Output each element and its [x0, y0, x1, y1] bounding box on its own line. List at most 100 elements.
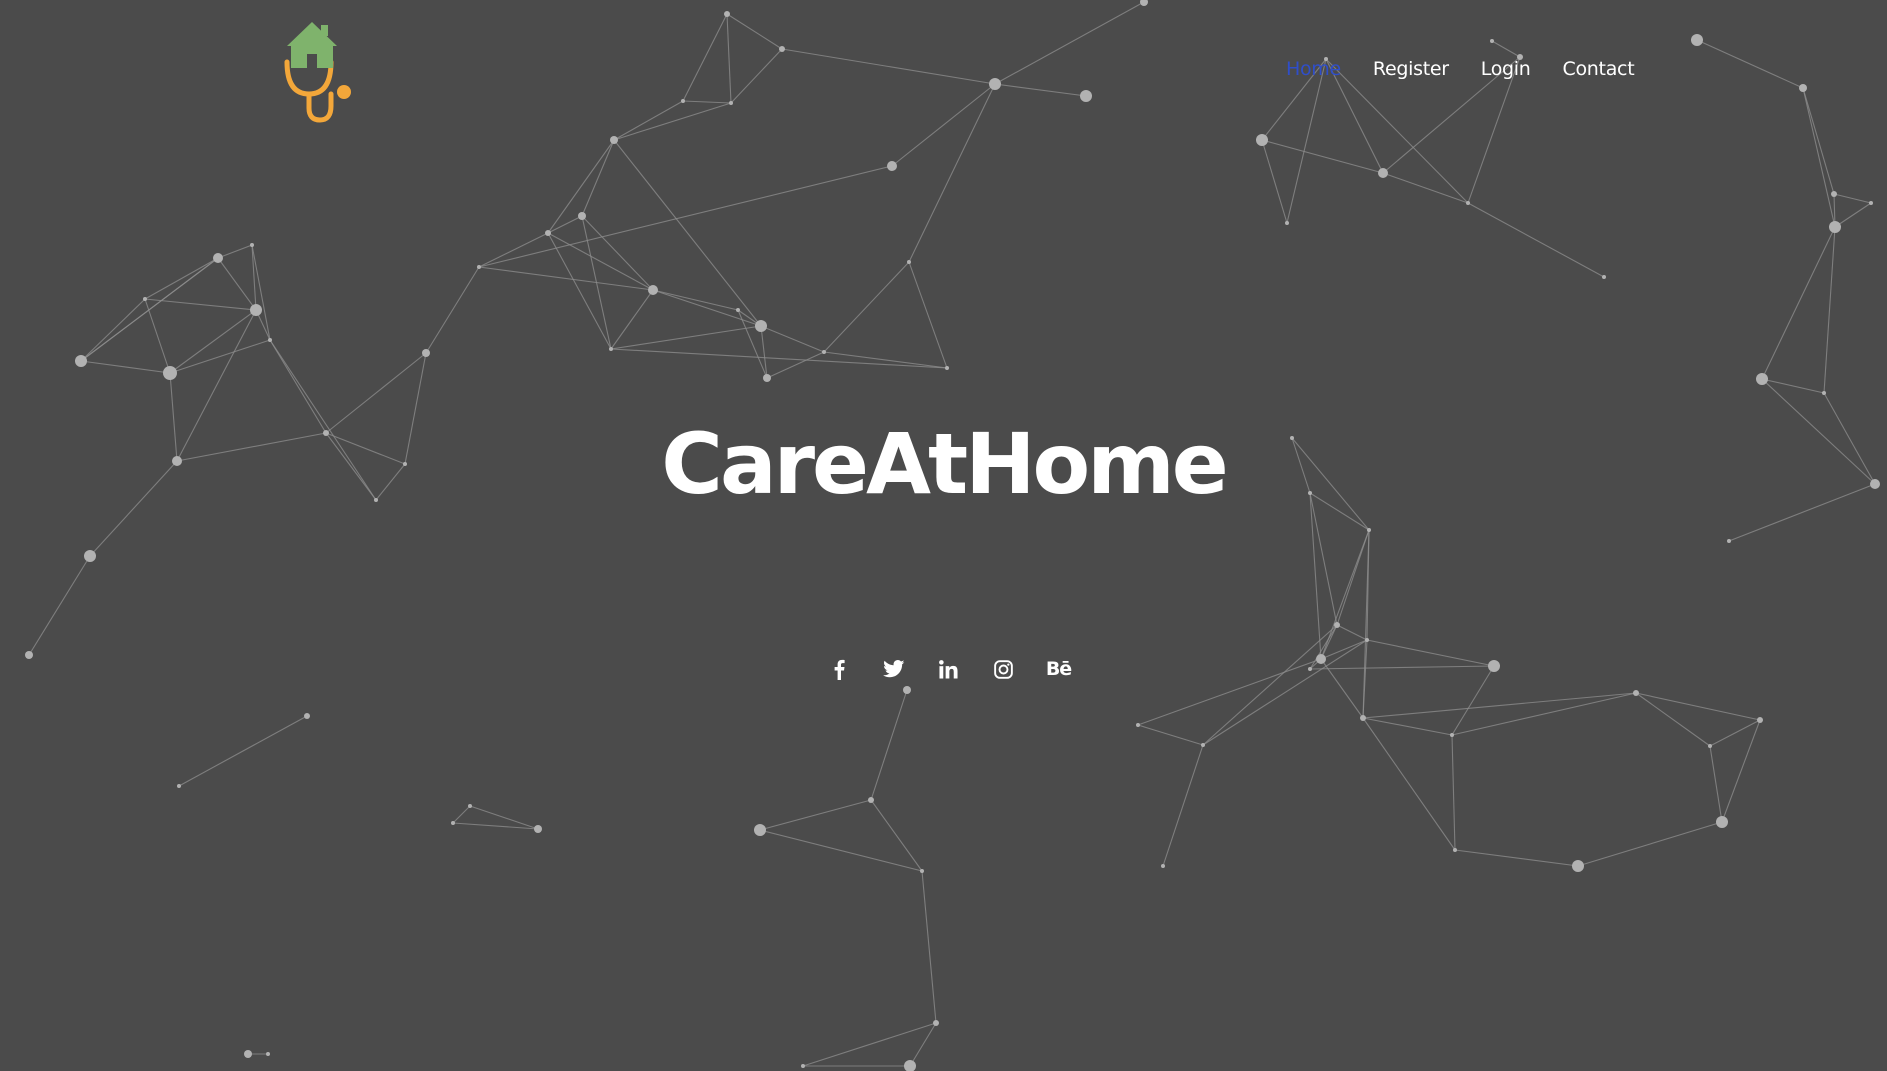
instagram-link[interactable] — [991, 654, 1016, 684]
behance-icon: Bē — [1045, 658, 1072, 680]
network-link — [891, 83, 996, 167]
network-link — [425, 266, 480, 354]
network-link — [1802, 87, 1836, 228]
network-link — [1366, 639, 1495, 667]
network-link — [478, 165, 893, 268]
network-node — [422, 349, 430, 357]
nav-login-link[interactable]: Login — [1481, 58, 1531, 80]
network-link — [1761, 378, 1825, 394]
network-node — [1201, 743, 1205, 747]
network-node — [763, 374, 771, 382]
network-node — [907, 260, 911, 264]
network-link — [1336, 529, 1370, 626]
network-node — [1727, 539, 1731, 543]
network-node — [1453, 848, 1457, 852]
network-link — [478, 232, 549, 268]
network-node — [1572, 860, 1584, 872]
linkedin-icon — [939, 659, 958, 679]
network-link — [726, 13, 732, 104]
network-node — [868, 797, 874, 803]
network-link — [1709, 719, 1761, 747]
network-node — [1488, 660, 1500, 672]
linkedin-link[interactable] — [936, 654, 961, 684]
network-node — [1829, 221, 1841, 233]
facebook-icon — [834, 659, 845, 680]
network-link — [1451, 665, 1495, 736]
network-node — [250, 243, 254, 247]
network-node — [609, 347, 613, 351]
network-link — [1451, 692, 1637, 736]
network-node — [1869, 201, 1873, 205]
network-node — [1308, 667, 1312, 671]
network-node — [1716, 816, 1728, 828]
network-link — [169, 339, 271, 374]
network-node — [989, 78, 1001, 90]
network-link — [469, 805, 539, 830]
careathome-logo[interactable] — [283, 20, 353, 126]
network-node — [920, 869, 924, 873]
network-link — [994, 1, 1145, 85]
network-link — [178, 715, 308, 787]
network-node — [1466, 201, 1470, 205]
network-link — [1709, 745, 1723, 823]
network-link — [217, 244, 253, 259]
network-node — [545, 230, 551, 236]
network-link — [80, 257, 219, 362]
network-link — [1823, 226, 1836, 394]
instagram-icon — [994, 659, 1013, 679]
nav-register-link[interactable]: Register — [1373, 58, 1449, 80]
network-link — [1491, 40, 1521, 58]
network-link — [452, 805, 471, 824]
network-node — [933, 1020, 939, 1026]
network-node — [1161, 864, 1165, 868]
network-node — [75, 355, 87, 367]
twitter-icon — [882, 660, 904, 678]
network-link — [452, 822, 539, 830]
network-link — [759, 799, 872, 831]
network-node — [754, 824, 766, 836]
network-link — [610, 325, 762, 350]
network-node — [1136, 723, 1140, 727]
network-link — [1336, 624, 1368, 641]
network-link — [610, 348, 948, 369]
network-link — [730, 48, 783, 104]
network-link — [802, 1022, 937, 1067]
network-node — [1378, 168, 1388, 178]
network-node — [903, 686, 911, 694]
network-link — [28, 555, 91, 656]
network-link — [823, 351, 948, 369]
particle-network-background — [25, 0, 1880, 1071]
network-link — [908, 261, 948, 369]
network-link — [1362, 717, 1453, 736]
network-node — [534, 825, 542, 833]
network-node — [887, 161, 897, 171]
network-link — [1162, 744, 1204, 867]
nav-contact-link[interactable]: Contact — [1563, 58, 1635, 80]
network-node — [477, 265, 481, 269]
network-node — [724, 11, 730, 17]
network-link — [1696, 39, 1804, 89]
network-link — [1382, 172, 1469, 204]
network-link — [1577, 821, 1723, 867]
twitter-link[interactable] — [881, 654, 906, 684]
network-link — [1834, 202, 1872, 228]
network-node — [648, 285, 658, 295]
facebook-link[interactable] — [826, 654, 851, 684]
network-node — [801, 1064, 805, 1068]
behance-link[interactable]: Bē — [1045, 654, 1072, 684]
network-link — [1325, 58, 1469, 204]
network-link — [759, 829, 923, 872]
network-node — [822, 350, 826, 354]
network-node — [1756, 373, 1768, 385]
network-node — [1316, 654, 1326, 664]
network-node — [945, 366, 949, 370]
network-link — [1761, 226, 1836, 380]
nav-home-link[interactable]: Home — [1286, 58, 1341, 80]
network-node — [1708, 744, 1712, 748]
network-link — [169, 309, 257, 374]
network-node — [266, 1052, 270, 1056]
network-link — [1454, 849, 1579, 867]
network-node — [1757, 717, 1763, 723]
network-link — [1309, 665, 1495, 670]
network-link — [823, 261, 910, 353]
